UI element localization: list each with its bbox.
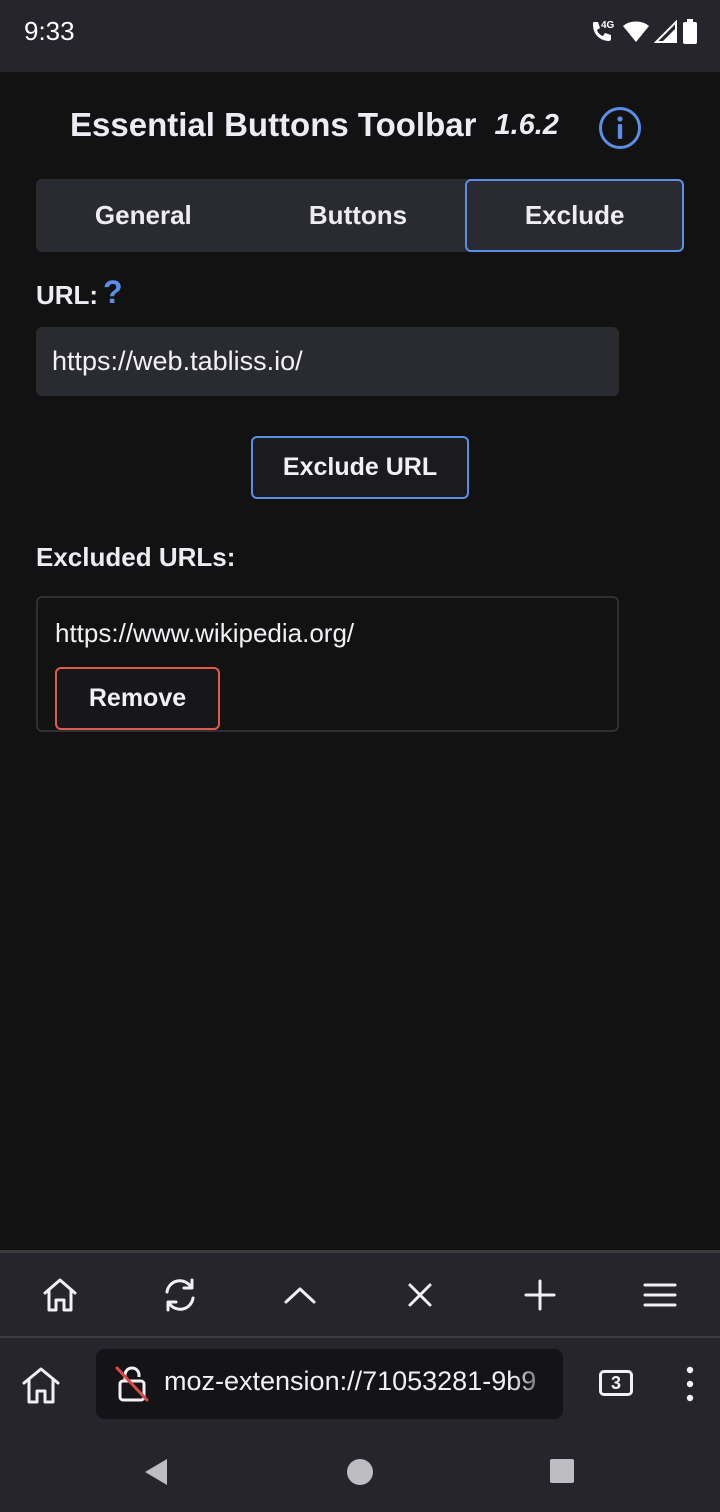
toolbar-home-button[interactable] [2,1255,118,1335]
toolbar-close-tab-button[interactable] [362,1255,478,1335]
exclude-url-button[interactable]: Exclude URL [251,436,469,499]
version-label: 1.6.2 [494,108,559,141]
home-icon[interactable] [20,1364,62,1406]
network-label: 4G [601,20,615,31]
chevron-up-icon [284,1287,316,1303]
address-text: moz-extension://71053281-9b9 [164,1366,537,1396]
home-circle-icon[interactable] [346,1458,374,1486]
toolbar-new-tab-button[interactable] [482,1255,598,1335]
tab-buttons[interactable]: Buttons [251,179,466,252]
page-title: Essential Buttons Toolbar [70,106,477,143]
info-icon[interactable] [598,106,642,150]
refresh-icon [165,1278,195,1311]
close-icon [408,1283,432,1306]
insecure-lock-icon[interactable] [114,1365,150,1403]
system-nav-bar [0,1430,720,1512]
url-input[interactable] [36,327,619,396]
battery-icon [683,19,697,44]
toolbar-menu-button[interactable] [602,1255,718,1335]
cell-signal-icon [654,20,677,43]
home-icon [43,1278,77,1311]
remove-button[interactable]: Remove [55,667,220,730]
plus-icon [524,1279,556,1310]
tab-exclude[interactable]: Exclude [465,179,685,252]
status-bar: 9:33 4G [0,0,720,72]
back-icon[interactable] [143,1458,169,1486]
recent-apps-icon[interactable] [549,1458,575,1484]
status-time: 9:33 [24,16,75,46]
more-vert-icon[interactable] [680,1364,700,1404]
tab-counter-button[interactable]: 3 [599,1370,633,1396]
header: Essential Buttons Toolbar 1.6.2 [70,106,559,144]
excluded-urls-label: Excluded URLs: [36,542,236,572]
essential-buttons-toolbar [0,1250,720,1336]
status-icons: 4G [588,18,698,46]
toolbar-scroll-top-button[interactable] [242,1255,358,1335]
tab-bar: General Buttons Exclude [36,179,685,252]
excluded-url-item: https://www.wikipedia.org/ [55,618,355,648]
url-bar[interactable]: moz-extension://71053281-9b9 [96,1349,563,1419]
tab-general[interactable]: General [36,179,251,252]
wifi-icon [623,21,649,42]
url-label: URL: [36,280,99,310]
wifi-calling-icon: 4G [593,20,615,41]
browser-address-bar: moz-extension://71053281-9b9 3 [0,1336,720,1430]
help-icon[interactable]: ? [103,274,123,311]
toolbar-refresh-button[interactable] [122,1255,238,1335]
options-page: Essential Buttons Toolbar 1.6.2 General … [0,72,720,1250]
menu-icon [643,1283,677,1306]
excluded-urls-list: https://www.wikipedia.org/ Remove [36,596,619,732]
